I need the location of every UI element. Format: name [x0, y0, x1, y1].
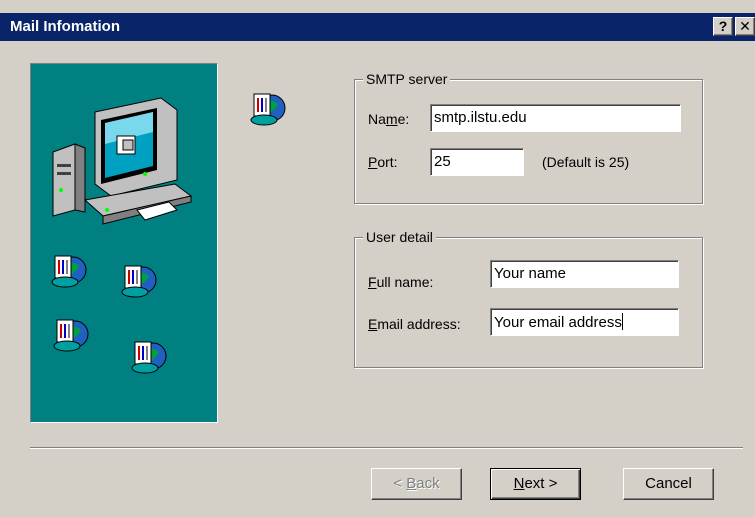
- title-bar[interactable]: Mail Infomation ? ✕: [0, 13, 755, 41]
- text-caret: [621, 313, 623, 330]
- cancel-button[interactable]: Cancel: [623, 468, 714, 500]
- email-address-input[interactable]: Your email address: [490, 308, 679, 336]
- port-default-hint: (Default is 25): [542, 154, 630, 170]
- mail-information-dialog: Mail Infomation ? ✕ SMTP server Name: sm…: [0, 0, 755, 517]
- smtp-port-input[interactable]: 25: [430, 148, 524, 176]
- window-title: Mail Infomation: [10, 18, 120, 35]
- smtp-name-input[interactable]: smtp.ilstu.edu: [430, 104, 681, 132]
- mail-globe-icon: [121, 265, 157, 298]
- close-icon: ✕: [739, 18, 751, 34]
- smtp-server-group: SMTP server: [354, 71, 703, 204]
- port-label: Port:: [368, 154, 398, 170]
- next-button[interactable]: Next >: [490, 468, 581, 500]
- wizard-illustration-panel: [30, 63, 218, 423]
- close-button[interactable]: ✕: [735, 17, 755, 36]
- name-label: Name:: [368, 111, 410, 127]
- mail-globe-icon: [131, 341, 167, 374]
- computer-icon: [52, 97, 193, 225]
- smtp-server-legend: SMTP server: [363, 71, 451, 87]
- user-detail-legend: User detail: [363, 229, 436, 245]
- full-name-label: Full name:: [368, 274, 434, 290]
- mail-globe-icon: [51, 255, 87, 288]
- full-name-input[interactable]: Your name: [490, 260, 679, 288]
- button-separator: [30, 447, 743, 449]
- email-address-label: Email address:: [368, 316, 461, 332]
- help-icon: ?: [718, 18, 728, 34]
- user-detail-group: User detail: [354, 229, 703, 368]
- help-button[interactable]: ?: [713, 17, 733, 36]
- back-button[interactable]: < Back: [371, 468, 462, 500]
- mail-globe-icon: [53, 319, 89, 352]
- mail-globe-icon: [250, 93, 286, 126]
